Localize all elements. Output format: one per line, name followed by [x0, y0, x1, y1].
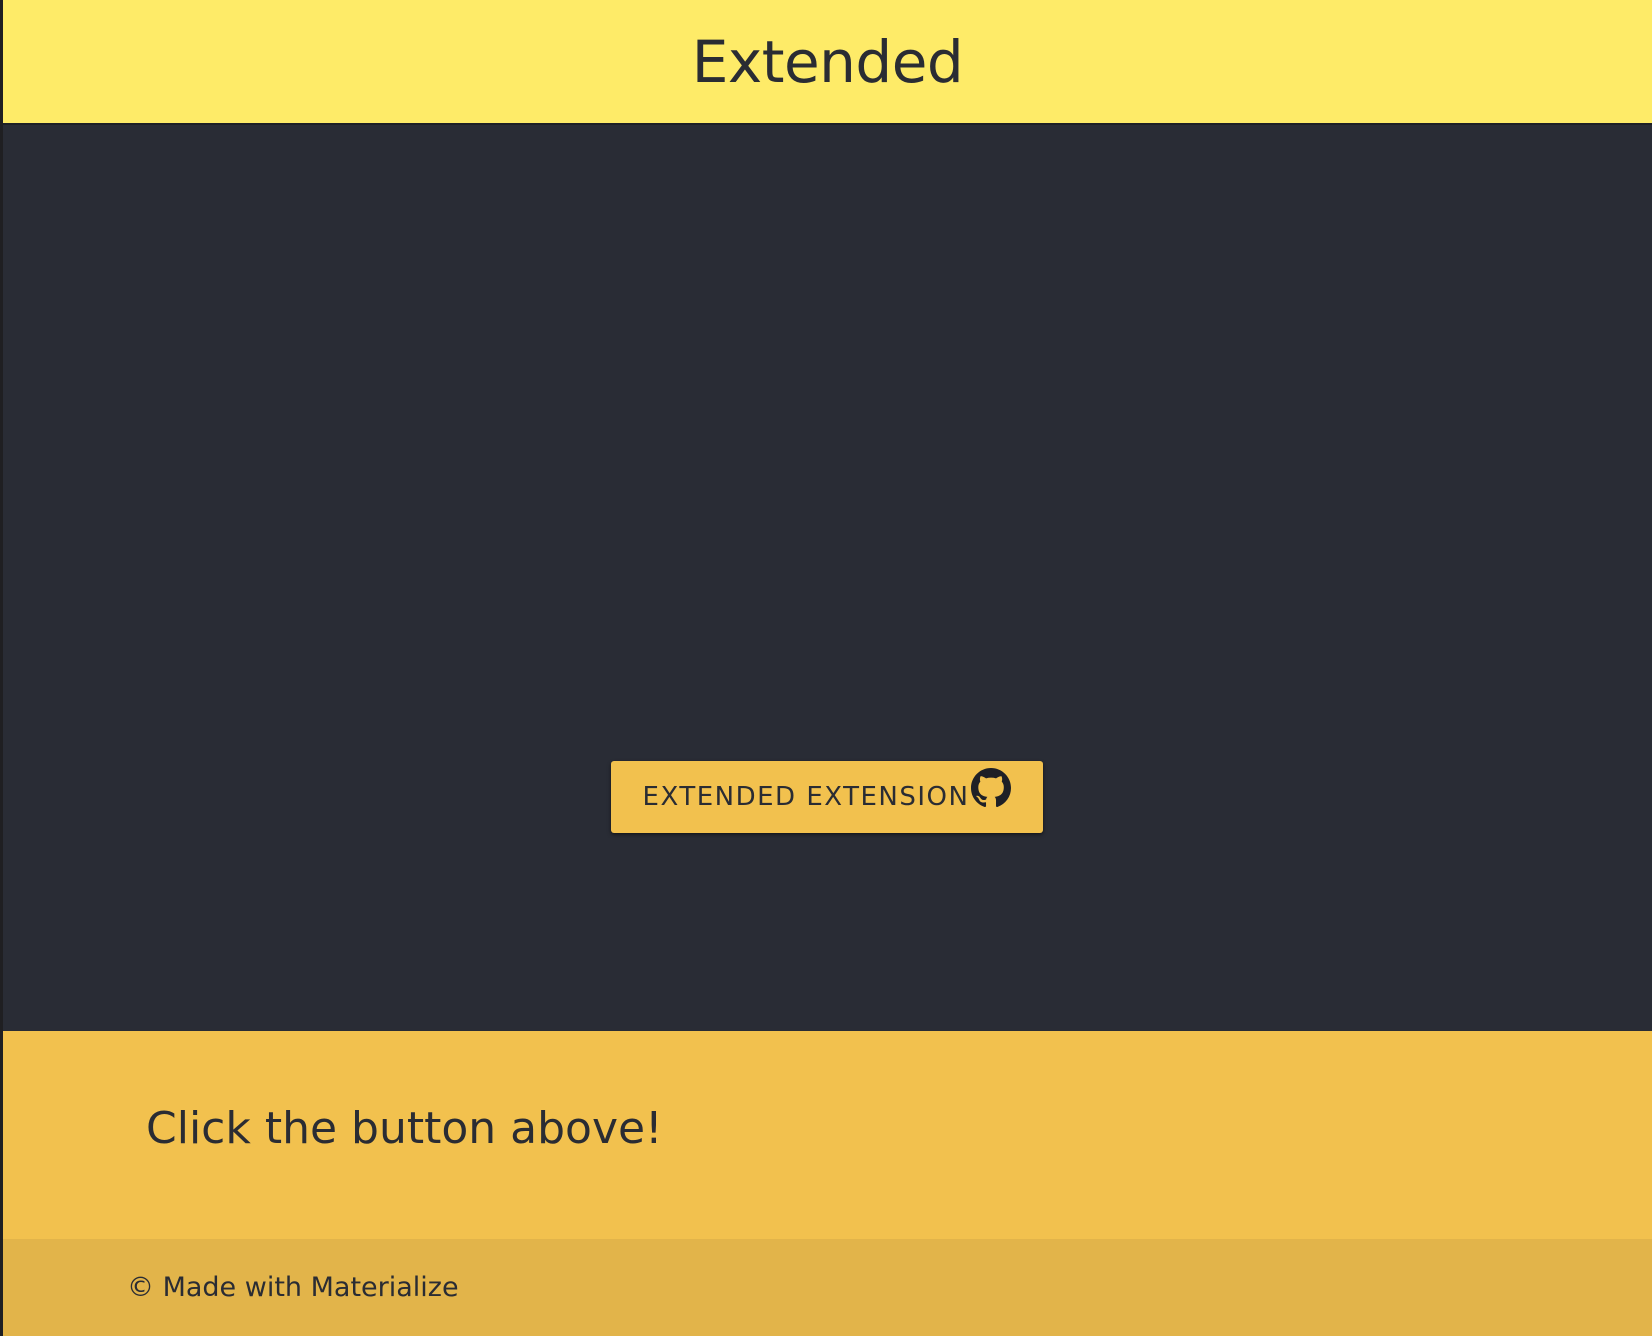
- footer-copyright: © Made with Materialize: [127, 1272, 459, 1303]
- info-message: Click the button above!: [146, 1103, 663, 1154]
- main-area: EXTENDED EXTENSION: [3, 125, 1652, 1031]
- page-header: Extended: [3, 0, 1652, 125]
- extended-extension-button[interactable]: EXTENDED EXTENSION: [611, 761, 1043, 833]
- app-window: Extended EXTENDED EXTENSION Click the bu…: [0, 0, 1652, 1336]
- page-title: Extended: [691, 27, 964, 96]
- github-icon: [971, 768, 1012, 808]
- info-section: Click the button above!: [3, 1031, 1652, 1239]
- page-footer: © Made with Materialize: [3, 1239, 1652, 1336]
- extended-extension-button-label: EXTENDED EXTENSION: [642, 782, 970, 812]
